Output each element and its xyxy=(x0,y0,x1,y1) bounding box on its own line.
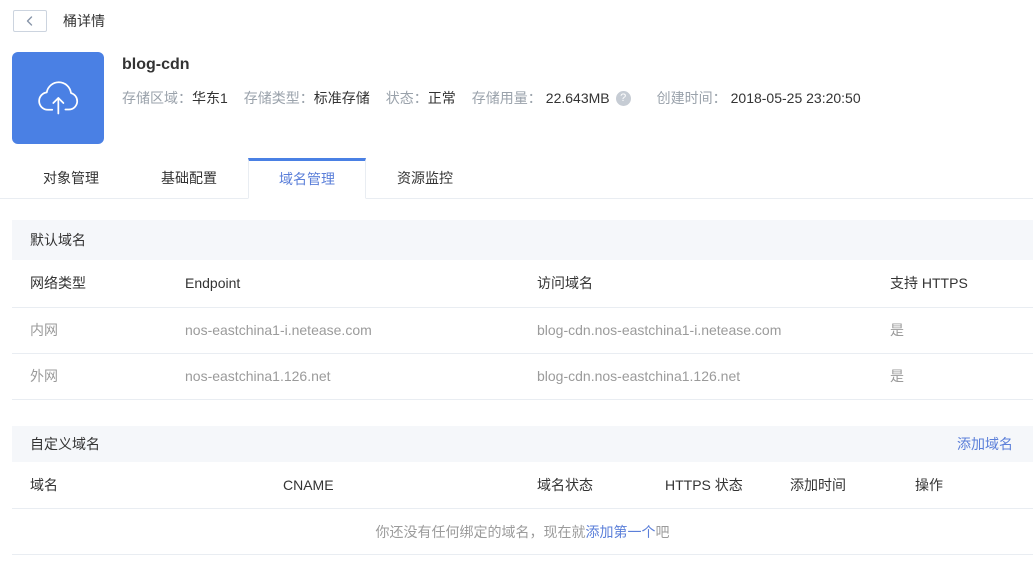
cell-https-support: 是 xyxy=(872,307,1033,354)
help-icon[interactable]: ? xyxy=(615,90,631,106)
default-domain-section: 默认域名 网络类型 Endpoint 访问域名 支持 HTTPS 内网 nos-… xyxy=(12,220,1033,400)
col-added-time: 添加时间 xyxy=(772,461,897,509)
meta-created-label: 创建时间： xyxy=(656,90,727,106)
meta-storage-type-value: 标准存储 xyxy=(313,90,370,106)
custom-domain-table: 域名 CNAME 域名状态 HTTPS 状态 添加时间 操作 你还没有任何绑定的… xyxy=(12,461,1033,555)
cloud-upload-icon xyxy=(27,67,89,129)
cell-endpoint: nos-eastchina1.126.net xyxy=(167,353,519,400)
meta-usage-label: 存储用量： xyxy=(471,90,542,106)
tab-object-management[interactable]: 对象管理 xyxy=(12,158,130,198)
meta-created-value: 2018-05-25 23:20:50 xyxy=(730,90,861,106)
cell-access-domain: blog-cdn.nos-eastchina1-i.netease.com xyxy=(519,307,872,354)
default-domain-header: 默认域名 xyxy=(12,220,1033,260)
bucket-name: blog-cdn xyxy=(122,56,190,73)
bucket-info: blog-cdn 存储区域： 华东1 存储类型： 标准存储 状态： 正常 存储用… xyxy=(122,52,877,144)
bucket-icon xyxy=(12,52,104,144)
table-header-row: 域名 CNAME 域名状态 HTTPS 状态 添加时间 操作 xyxy=(12,461,1033,509)
meta-region-value: 华东1 xyxy=(192,90,228,106)
bucket-header: blog-cdn 存储区域： 华东1 存储类型： 标准存储 状态： 正常 存储用… xyxy=(12,52,1033,144)
meta-region: 存储区域： 华东1 xyxy=(122,88,228,108)
custom-domain-header: 自定义域名 添加域名 xyxy=(12,425,1033,462)
custom-domain-section: 自定义域名 添加域名 域名 CNAME 域名状态 HTTPS 状态 添加时间 操… xyxy=(12,425,1033,555)
empty-state-text-suffix: 吧 xyxy=(655,523,670,540)
meta-storage-type: 存储类型： 标准存储 xyxy=(244,88,370,108)
col-domain: 域名 xyxy=(12,461,265,509)
custom-domain-title: 自定义域名 xyxy=(30,435,100,452)
col-domain-status: 域名状态 xyxy=(519,461,647,509)
col-cname: CNAME xyxy=(265,461,519,509)
cell-access-domain: blog-cdn.nos-eastchina1.126.net xyxy=(519,353,872,400)
tab-basic-config[interactable]: 基础配置 xyxy=(130,158,248,198)
tab-resource-monitor[interactable]: 资源监控 xyxy=(366,158,484,198)
col-https-support: 支持 HTTPS xyxy=(872,260,1033,308)
tab-domain-management[interactable]: 域名管理 xyxy=(248,158,366,199)
back-button[interactable] xyxy=(13,10,47,32)
add-domain-link[interactable]: 添加域名 xyxy=(957,434,1013,454)
cell-https-support: 是 xyxy=(872,353,1033,400)
meta-status-value: 正常 xyxy=(427,90,456,106)
col-actions: 操作 xyxy=(897,461,1033,509)
meta-region-label: 存储区域： xyxy=(122,90,192,106)
meta-status: 状态： 正常 xyxy=(386,88,456,108)
meta-created: 创建时间： 2018-05-25 23:20:50 xyxy=(657,88,861,108)
empty-state: 你还没有任何绑定的域名，现在就添加第一个吧 xyxy=(12,508,1033,555)
meta-status-label: 状态： xyxy=(385,90,428,106)
empty-state-text: 你还没有任何绑定的域名，现在就 xyxy=(375,523,586,540)
meta-usage-value: 22.643MB xyxy=(545,90,610,106)
cell-endpoint: nos-eastchina1-i.netease.com xyxy=(167,307,519,354)
cell-network-type: 外网 xyxy=(12,353,167,400)
topbar: 桶详情 xyxy=(0,0,1033,32)
chevron-left-icon xyxy=(24,15,36,27)
col-network-type: 网络类型 xyxy=(12,260,167,308)
table-row: 内网 nos-eastchina1-i.netease.com blog-cdn… xyxy=(12,307,1033,354)
page-title: 桶详情 xyxy=(63,13,105,29)
meta-storage-type-label: 存储类型： xyxy=(243,90,314,106)
add-first-domain-link[interactable]: 添加第一个 xyxy=(586,524,656,540)
empty-state-row: 你还没有任何绑定的域名，现在就添加第一个吧 xyxy=(12,508,1033,555)
default-domain-title: 默认域名 xyxy=(30,232,86,248)
col-https-status: HTTPS 状态 xyxy=(647,461,772,509)
col-endpoint: Endpoint xyxy=(167,260,519,308)
bucket-meta: 存储区域： 华东1 存储类型： 标准存储 状态： 正常 存储用量： 22.643… xyxy=(122,88,877,108)
default-domain-table: 网络类型 Endpoint 访问域名 支持 HTTPS 内网 nos-eastc… xyxy=(12,260,1033,400)
table-header-row: 网络类型 Endpoint 访问域名 支持 HTTPS xyxy=(12,260,1033,308)
meta-usage: 存储用量： 22.643MB ? xyxy=(472,88,637,108)
table-row: 外网 nos-eastchina1.126.net blog-cdn.nos-e… xyxy=(12,353,1033,400)
col-access-domain: 访问域名 xyxy=(519,260,872,308)
tab-bar: 对象管理 基础配置 域名管理 资源监控 xyxy=(0,158,1033,199)
cell-network-type: 内网 xyxy=(12,307,167,354)
